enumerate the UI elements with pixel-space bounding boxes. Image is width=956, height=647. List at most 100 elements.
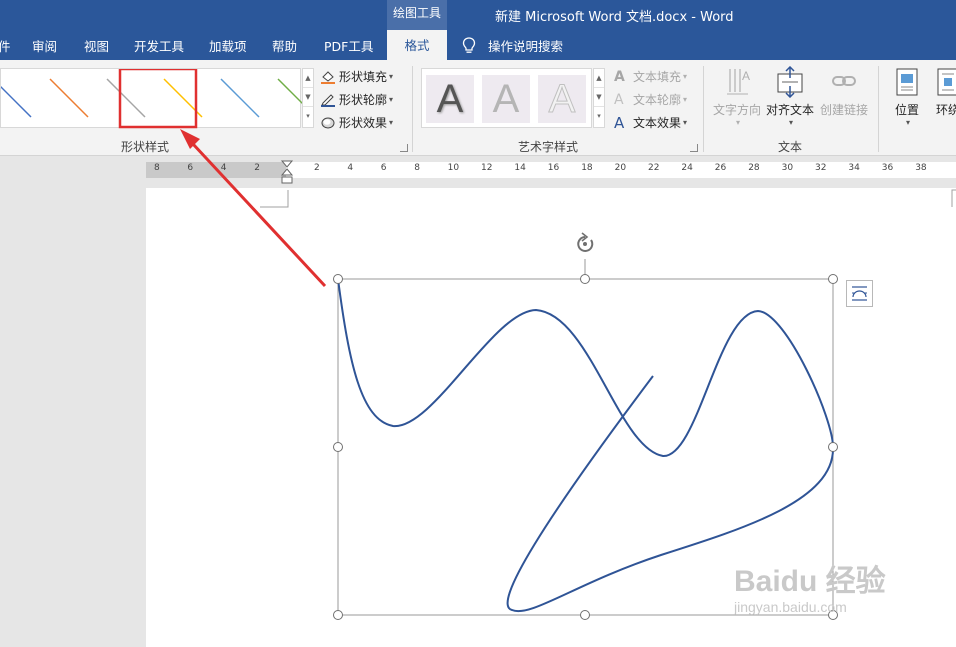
text-outline-button[interactable]: A 文本轮廓 ▾ bbox=[614, 91, 687, 108]
ruler-number: 30 bbox=[781, 163, 794, 173]
ruler-number: 6 bbox=[187, 163, 194, 173]
create-link-button[interactable]: 创建链接 bbox=[818, 66, 870, 118]
ruler-number: 24 bbox=[681, 163, 693, 173]
tell-me-search[interactable]: 操作说明搜索 bbox=[488, 36, 563, 55]
wrap-text-button[interactable]: 环绕 bbox=[928, 66, 956, 118]
margin-corner-mark bbox=[260, 190, 289, 208]
scroll-up-icon[interactable]: ▲ bbox=[594, 69, 604, 88]
resize-handle[interactable] bbox=[828, 274, 838, 284]
group-separator bbox=[412, 66, 413, 152]
scroll-up-icon[interactable]: ▲ bbox=[303, 69, 313, 88]
svg-text:A: A bbox=[742, 69, 750, 83]
ruler-number: 2 bbox=[254, 163, 260, 173]
shape-outline-button[interactable]: 形状轮廓 ▾ bbox=[320, 91, 393, 108]
wrap-text-icon bbox=[937, 68, 956, 96]
pencil-icon bbox=[321, 93, 335, 107]
resize-handle[interactable] bbox=[580, 274, 590, 284]
text-outline-icon: A bbox=[614, 91, 624, 108]
drawing-tools-context-label: 绘图工具 bbox=[387, 0, 447, 30]
position-icon bbox=[896, 68, 918, 96]
gallery-more-icon[interactable]: ▾ bbox=[594, 107, 604, 126]
wordart-style-tile[interactable]: A bbox=[426, 75, 474, 123]
tab-addins[interactable]: 加载项 bbox=[209, 36, 247, 55]
shape-style-swatch-line[interactable] bbox=[0, 79, 32, 118]
text-effects-label: 文本效果 bbox=[633, 116, 682, 130]
resize-handle[interactable] bbox=[333, 442, 343, 452]
freeform-curve-shape[interactable] bbox=[337, 278, 835, 613]
tab-developer[interactable]: 开发工具 bbox=[134, 36, 184, 55]
shape-gallery-scroll[interactable]: ▲ ▼ ▾ bbox=[302, 68, 314, 128]
ruler-number: 22 bbox=[648, 163, 660, 173]
text-fill-button[interactable]: A 文本填充 ▾ bbox=[614, 68, 687, 85]
scroll-down-icon[interactable]: ▼ bbox=[594, 88, 604, 107]
resize-handle[interactable] bbox=[333, 610, 343, 620]
align-text-icon bbox=[777, 65, 803, 99]
ruler-number: 6 bbox=[380, 163, 387, 173]
shape-style-swatch-line[interactable] bbox=[220, 78, 260, 118]
text-direction-button[interactable]: A 文字方向 ▾ bbox=[712, 66, 762, 127]
ruler-number: 28 bbox=[748, 163, 760, 173]
position-button[interactable]: 位置 ▾ bbox=[886, 66, 928, 127]
wrap-text-label: 环绕 bbox=[935, 103, 956, 117]
gallery-more-icon[interactable]: ▾ bbox=[303, 107, 313, 126]
rotate-handle-icon[interactable] bbox=[577, 232, 594, 252]
ruler-number: 8 bbox=[414, 163, 420, 173]
group-label-shape-styles: 形状样式 bbox=[121, 140, 170, 154]
wordart-styles-launcher-icon[interactable] bbox=[690, 144, 698, 152]
shape-outline-label: 形状轮廓 bbox=[339, 93, 388, 107]
ruler-number: 34 bbox=[848, 163, 860, 173]
wordart-style-gallery[interactable]: A A A bbox=[421, 68, 592, 128]
align-text-label: 对齐文本 bbox=[765, 103, 814, 117]
ribbon: ▲ ▼ ▾ 形状填充 ▾ 形状轮廓 ▾ 形状效果 ▾ 形状样式 A A A ▲ ▼ ▾ bbox=[0, 60, 956, 156]
shape-effects-icon bbox=[321, 117, 335, 128]
layout-options-icon[interactable] bbox=[846, 280, 873, 307]
group-label-text: 文本 bbox=[778, 140, 803, 154]
selected-style-highlight bbox=[118, 67, 198, 129]
indent-marker-icon[interactable] bbox=[280, 160, 294, 186]
resize-handle[interactable] bbox=[828, 442, 838, 452]
ruler-number: 38 bbox=[915, 163, 927, 173]
tab-view[interactable]: 视图 bbox=[84, 36, 109, 55]
wordart-gallery-scroll[interactable]: ▲ ▼ ▾ bbox=[593, 68, 605, 128]
text-effects-icon: A bbox=[614, 113, 625, 132]
ruler-number: 12 bbox=[481, 163, 493, 173]
ruler-number: 2 bbox=[314, 163, 320, 173]
text-fill-icon: A bbox=[614, 68, 625, 85]
shape-effects-label: 形状效果 bbox=[339, 116, 388, 130]
shape-style-swatch-line[interactable] bbox=[49, 78, 89, 118]
ruler-number: 32 bbox=[815, 163, 827, 173]
paint-bucket-icon bbox=[321, 70, 335, 84]
horizontal-ruler[interactable]: 8 6 4 2 2 4 6 8 10 12 14 16 18 20 22 24 26 28 30 32 34 36 38 bbox=[146, 160, 956, 184]
ruler-number: 20 bbox=[614, 163, 627, 173]
tab-file[interactable]: 件 bbox=[0, 36, 11, 55]
shape-style-gallery[interactable] bbox=[0, 67, 317, 129]
tab-format[interactable]: 格式 bbox=[387, 30, 447, 60]
shape-style-swatch-line[interactable] bbox=[106, 78, 146, 118]
ruler-number: 36 bbox=[881, 163, 894, 173]
scroll-down-icon[interactable]: ▼ bbox=[303, 88, 313, 107]
tab-help[interactable]: 帮助 bbox=[272, 36, 297, 55]
shape-style-swatch-line[interactable] bbox=[277, 78, 317, 118]
shape-effects-button[interactable]: 形状效果 ▾ bbox=[320, 114, 393, 131]
watermark-logo: Baidu 经验 bbox=[734, 565, 886, 598]
shape-styles-launcher-icon[interactable] bbox=[400, 144, 408, 152]
shape-fill-button[interactable]: 形状填充 ▾ bbox=[320, 68, 393, 85]
text-direction-label: 文字方向 bbox=[712, 103, 761, 117]
ruler-number: 8 bbox=[154, 163, 160, 173]
wordart-style-tile[interactable]: A bbox=[538, 75, 586, 123]
ruler-number: 4 bbox=[347, 163, 354, 173]
resize-handle[interactable] bbox=[580, 610, 590, 620]
lightbulb-icon bbox=[462, 37, 476, 53]
window-title: 新建 Microsoft Word 文档.docx - Word bbox=[495, 10, 734, 25]
chain-link-icon bbox=[832, 76, 856, 86]
tab-pdf-tools[interactable]: PDF工具 bbox=[324, 36, 373, 55]
tab-review[interactable]: 审阅 bbox=[32, 36, 57, 55]
resize-handle[interactable] bbox=[333, 274, 343, 284]
baidu-jingyan-watermark: Baidu 经验 jingyan.baidu.com bbox=[734, 566, 886, 616]
align-text-button[interactable]: 对齐文本 ▾ bbox=[764, 65, 816, 127]
text-effects-button[interactable]: A 文本效果 ▾ bbox=[614, 114, 687, 131]
ruler-number: 14 bbox=[514, 163, 526, 173]
wordart-style-tile[interactable]: A bbox=[482, 75, 530, 123]
margin-corner-mark bbox=[951, 189, 956, 207]
group-separator bbox=[703, 66, 704, 152]
